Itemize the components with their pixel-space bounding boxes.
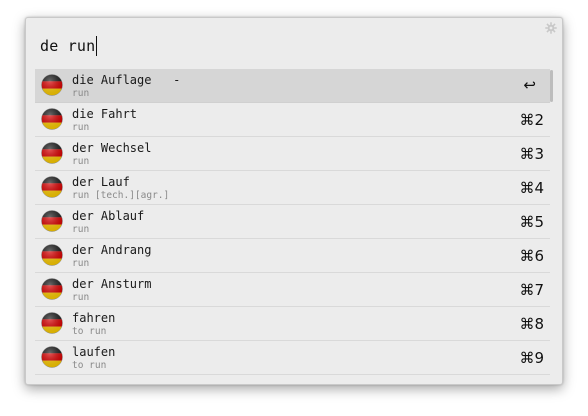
result-word: fahren <box>72 311 116 325</box>
german-flag-icon <box>41 312 63 334</box>
german-flag-icon <box>41 346 63 368</box>
result-translation: to run <box>72 360 107 371</box>
german-flag-icon <box>41 244 63 266</box>
result-translation: run <box>72 122 90 133</box>
german-flag-icon <box>41 210 63 232</box>
result-row[interactable]: laufen to run ⌘9 <box>35 341 550 375</box>
shortcut-label: ⌘3 <box>519 145 544 163</box>
result-row[interactable]: der Ansturm run ⌘7 <box>35 273 550 307</box>
result-row[interactable]: die Auflage - run ↩ <box>35 69 550 103</box>
result-translation: run <box>72 292 90 303</box>
result-translation: run <box>72 224 90 235</box>
result-translation: run <box>72 88 90 99</box>
shortcut-label: ⌘7 <box>519 281 544 299</box>
scrollbar[interactable] <box>550 70 553 102</box>
dictionary-launcher-window: de run die Auflage - run ↩ die Fahrt run ⌘2 de… <box>25 17 563 385</box>
result-word: der Ablauf <box>72 209 145 223</box>
result-word: die Auflage - <box>72 73 181 87</box>
result-row[interactable]: der Lauf run [tech.][agr.] ⌘4 <box>35 171 550 205</box>
result-row[interactable]: die Fahrt run ⌘2 <box>35 103 550 137</box>
result-translation: to run <box>72 326 107 337</box>
german-flag-icon <box>41 108 63 130</box>
result-row[interactable]: der Wechsel run ⌘3 <box>35 137 550 171</box>
german-flag-icon <box>41 278 63 300</box>
search-field[interactable]: de run <box>40 34 534 58</box>
shortcut-label: ⌘5 <box>519 213 544 231</box>
gear-icon[interactable] <box>545 22 557 34</box>
result-row[interactable]: der Ablauf run ⌘5 <box>35 205 550 239</box>
result-word: die Fahrt <box>72 107 138 121</box>
german-flag-icon <box>41 142 63 164</box>
german-flag-icon <box>41 74 63 96</box>
result-translation: run <box>72 258 90 269</box>
shortcut-label: ⌘6 <box>519 247 544 265</box>
result-translation: run [tech.][agr.] <box>72 190 170 201</box>
result-row[interactable]: fahren to run ⌘8 <box>35 307 550 341</box>
result-word: der Andrang <box>72 243 152 257</box>
result-word: laufen <box>72 345 116 359</box>
text-caret <box>96 36 98 56</box>
search-input[interactable]: de run <box>40 37 95 55</box>
shortcut-label: ⌘8 <box>519 315 544 333</box>
shortcut-label: ⌘2 <box>519 111 544 129</box>
result-word: der Lauf <box>72 175 130 189</box>
shortcut-label: ⌘4 <box>519 179 544 197</box>
shortcut-label: ⌘9 <box>519 349 544 367</box>
german-flag-icon <box>41 176 63 198</box>
result-translation: run <box>72 156 90 167</box>
result-row[interactable]: der Andrang run ⌘6 <box>35 239 550 273</box>
result-word: der Ansturm <box>72 277 152 291</box>
result-word: der Wechsel <box>72 141 152 155</box>
return-icon: ↩ <box>523 76 536 94</box>
results-list: die Auflage - run ↩ die Fahrt run ⌘2 der Wechs… <box>35 69 550 375</box>
